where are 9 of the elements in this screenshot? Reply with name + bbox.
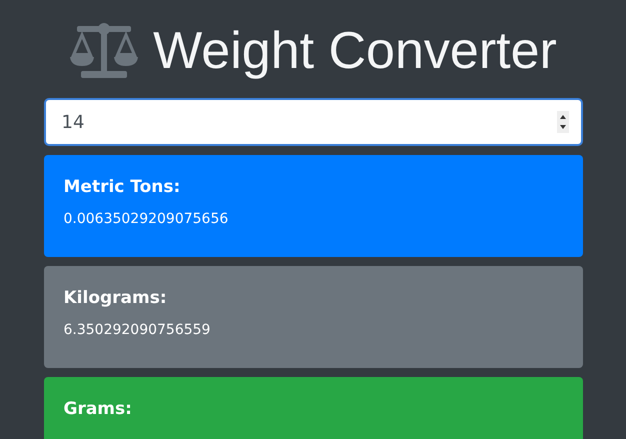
unit-value: 0.00635029209075656 (64, 211, 230, 227)
spinner-arrows-icon[interactable] (556, 111, 568, 133)
app-title: Weight Converter (153, 25, 557, 77)
number-input-field[interactable]: 14 (44, 98, 582, 146)
unit-label: Kilograms: (64, 288, 168, 308)
unit-label: Metric Tons: (64, 177, 182, 197)
unit-value: 6.350292090756559 (64, 322, 212, 338)
unit-label: Grams: (64, 399, 133, 419)
scale-icon (69, 23, 140, 79)
